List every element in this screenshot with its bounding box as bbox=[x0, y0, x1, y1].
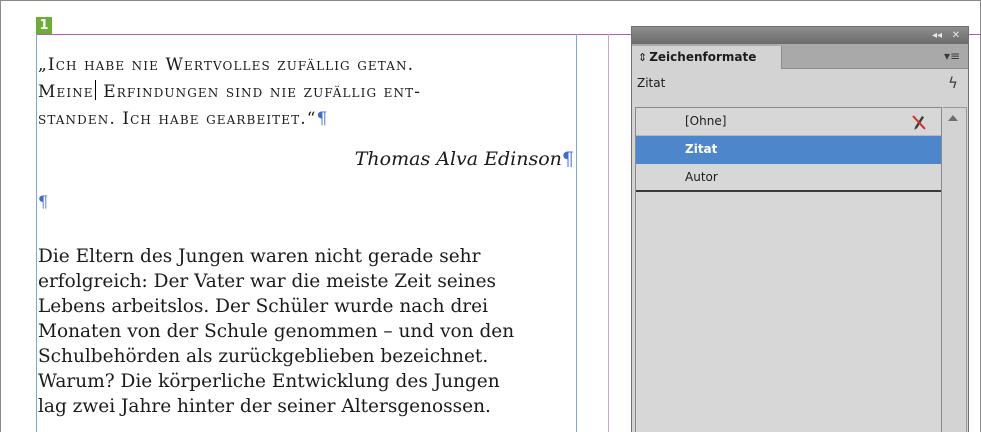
pencil-crossed-icon bbox=[912, 115, 926, 130]
style-item-ohne[interactable]: [Ohne] bbox=[636, 108, 941, 136]
panel-titlebar[interactable]: ◂◂ ✕ bbox=[632, 27, 968, 44]
text-cursor bbox=[94, 80, 96, 100]
current-style-row: Zitat ϟ bbox=[632, 70, 968, 99]
tab-label: Zeichenformate bbox=[649, 50, 757, 64]
body-line: erfolgreich: Der Vater war die meiste Ze… bbox=[38, 271, 497, 292]
body-line: Schulbehörden als zurückgeblieben bezeic… bbox=[38, 346, 489, 367]
quote-line-2: Meine Erfindungen sind nie zufällig ent- bbox=[38, 80, 422, 102]
current-style-name: Zitat bbox=[637, 76, 666, 90]
character-styles-panel: ◂◂ ✕ ⇕ Zeichenformate ▾≡ Zitat ϟ [Ohne] Z… bbox=[631, 26, 969, 432]
body-line: lag zwei Jahre hinter der seiner Altersg… bbox=[38, 396, 491, 417]
body-line: Warum? Die körperliche Entwicklung des J… bbox=[38, 371, 500, 392]
tab-sort-arrows-icon: ⇕ bbox=[638, 51, 648, 64]
body-paragraph[interactable]: Die Eltern des Jungen waren nicht gerade… bbox=[38, 244, 578, 419]
quote-paragraph[interactable]: „Ich habe nie Wertvolles zufällig getan.… bbox=[38, 52, 574, 133]
style-item-autor[interactable]: Autor bbox=[636, 164, 941, 192]
pilcrow-icon: ¶ bbox=[316, 109, 329, 129]
text-frame-left-edge bbox=[36, 34, 37, 432]
lightning-icon[interactable]: ϟ bbox=[946, 74, 960, 94]
step-badge: 1 bbox=[36, 17, 52, 34]
pilcrow-icon: ¶ bbox=[561, 148, 574, 170]
panel-menu-icon[interactable]: ▾≡ bbox=[941, 46, 963, 66]
panel-tab-row: ⇕ Zeichenformate ▾≡ bbox=[632, 44, 968, 69]
tab-zeichenformate[interactable]: ⇕ Zeichenformate bbox=[632, 46, 782, 69]
scroll-up-arrow-icon[interactable] bbox=[948, 115, 958, 121]
author-line[interactable]: Thomas Alva Edinson¶ bbox=[38, 148, 574, 170]
styles-scrollbar[interactable] bbox=[943, 107, 967, 432]
body-line: Lebens arbeitslos. Der Schüler wurde nac… bbox=[38, 296, 489, 317]
style-item-zitat[interactable]: Zitat bbox=[636, 136, 941, 164]
empty-paragraph-pilcrow-icon: ¶ bbox=[38, 192, 49, 211]
body-line: Die Eltern des Jungen waren nicht gerade… bbox=[38, 246, 481, 267]
close-panel-icon[interactable]: ✕ bbox=[952, 27, 960, 44]
collapse-panel-icon[interactable]: ◂◂ bbox=[932, 27, 942, 44]
quote-line-1: „Ich habe nie Wertvolles zufällig getan. bbox=[38, 55, 415, 75]
quote-line-3: standen. Ich habe gearbeitet.“¶ bbox=[38, 109, 329, 129]
styles-list: [Ohne] Zitat Autor bbox=[635, 107, 942, 432]
body-line: Monaten von der Schule genommen – und vo… bbox=[38, 321, 515, 342]
column-guide bbox=[608, 34, 609, 432]
